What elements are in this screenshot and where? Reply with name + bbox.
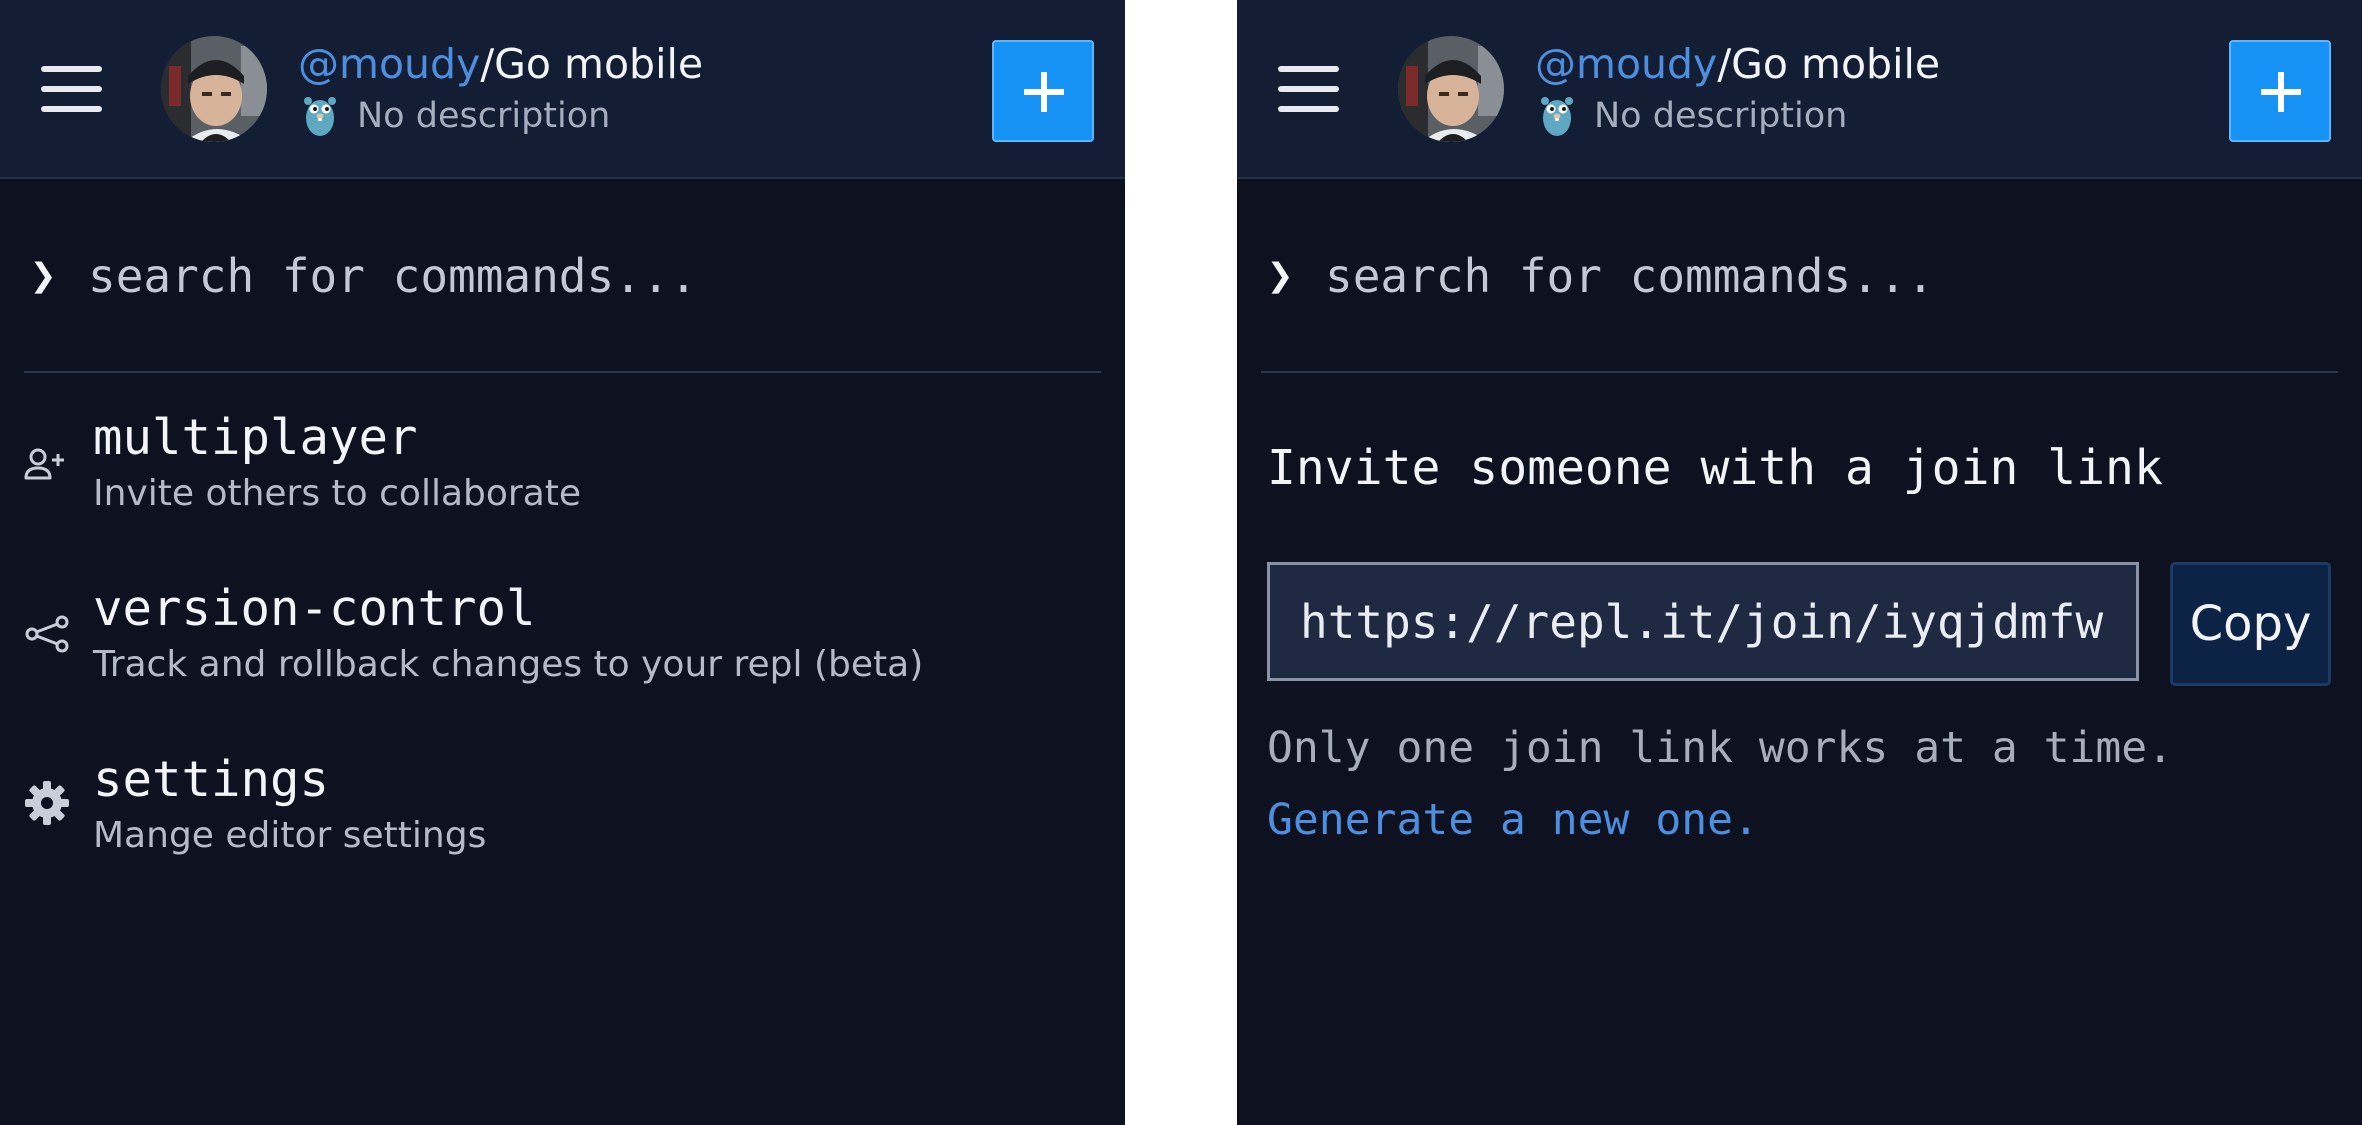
command-description: Track and rollback changes to your repl …: [93, 644, 924, 685]
command-name: multiplayer: [93, 409, 418, 466]
branch-icon: [22, 609, 72, 659]
add-user-icon: [22, 438, 72, 488]
join-link-note: Only one join link works at a time.: [1267, 723, 2174, 773]
command-description: Mange editor settings: [93, 815, 487, 856]
prompt-chevron-icon: ❯: [1267, 250, 1294, 301]
divider: [24, 371, 1101, 373]
repl-header: @moudy/Go mobile No description: [0, 0, 1125, 179]
add-button[interactable]: [992, 40, 1094, 142]
repl-owner-link[interactable]: @moudy: [1535, 40, 1717, 88]
avatar[interactable]: [1398, 36, 1504, 142]
hamburger-menu-icon[interactable]: [1278, 66, 1339, 112]
command-search-input[interactable]: [88, 240, 1088, 312]
command-name: settings: [93, 751, 330, 808]
avatar[interactable]: [161, 36, 267, 142]
gear-icon: [22, 778, 72, 828]
command-item-multiplayer[interactable]: multiplayer Invite others to collaborate: [0, 408, 1125, 548]
command-palette-panel: @moudy/Go mobile No description ❯ search…: [0, 0, 1125, 1125]
repl-title: @moudy/Go mobile: [298, 36, 703, 92]
join-link-field[interactable]: [1267, 562, 2139, 681]
command-search-input[interactable]: [1325, 240, 2325, 312]
repl-title: @moudy/Go mobile: [1535, 36, 1940, 92]
repl-description: No description: [357, 96, 611, 136]
copy-button[interactable]: Copy: [2170, 562, 2331, 686]
title-separator: /: [480, 40, 495, 88]
repl-description: No description: [1594, 96, 1848, 136]
repl-owner-link[interactable]: @moudy: [298, 40, 480, 88]
generate-new-link[interactable]: Generate a new one.: [1267, 788, 1759, 852]
hamburger-menu-icon[interactable]: [41, 66, 102, 112]
repl-name: Go mobile: [494, 40, 704, 88]
command-search: ❯: [24, 240, 1102, 312]
repl-name: Go mobile: [1731, 40, 1941, 88]
divider: [1261, 371, 2338, 373]
add-button[interactable]: [2229, 40, 2331, 142]
go-gopher-icon: [302, 92, 338, 138]
command-description: Invite others to collaborate: [93, 473, 582, 514]
repl-header: @moudy/Go mobile No description: [1237, 0, 2362, 179]
go-gopher-icon: [1539, 92, 1575, 138]
command-item-settings[interactable]: settings Mange editor settings: [0, 750, 1125, 890]
command-name: version-control: [93, 580, 536, 637]
invite-heading: Invite someone with a join link: [1267, 440, 2163, 496]
command-search: ❯: [1261, 240, 2339, 312]
command-item-version-control[interactable]: version-control Track and rollback chang…: [0, 579, 1125, 719]
multiplayer-invite-panel: @moudy/Go mobile No description ❯ Inv: [1237, 0, 2362, 1125]
prompt-chevron-icon: ❯: [30, 250, 57, 301]
title-separator: /: [1717, 40, 1732, 88]
